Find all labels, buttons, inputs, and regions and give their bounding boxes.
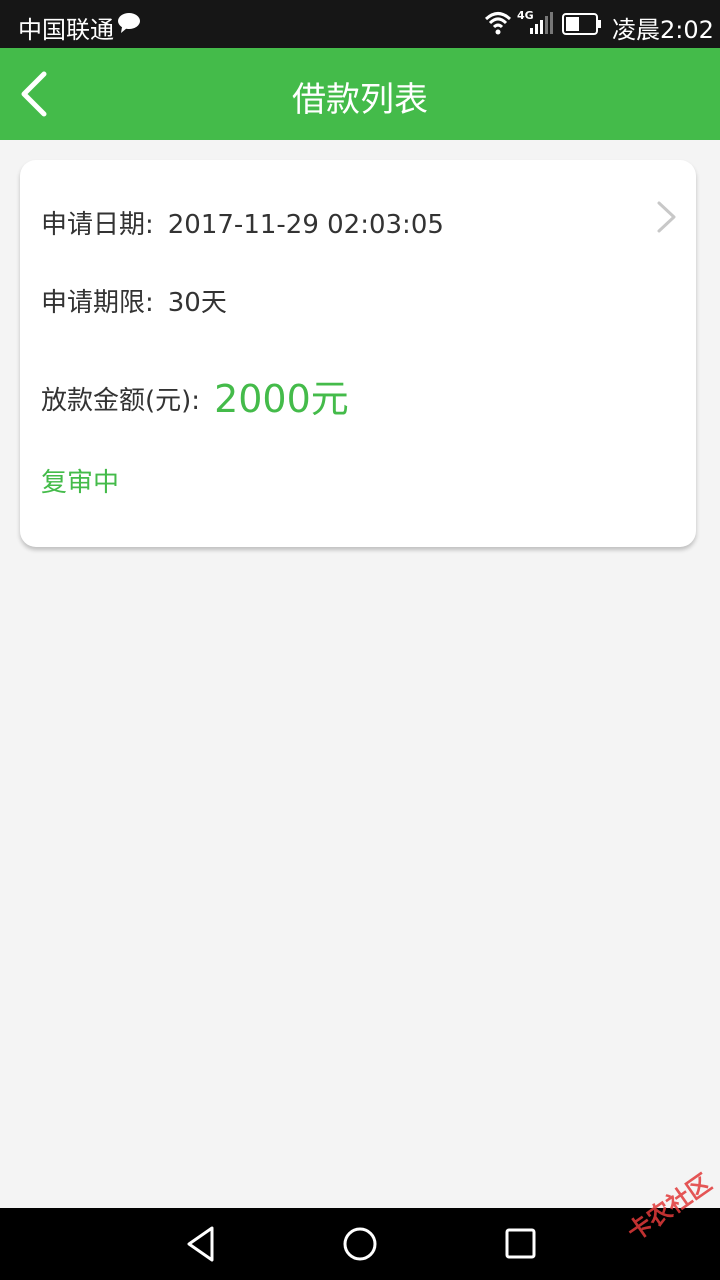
- message-icon: [117, 12, 141, 40]
- nav-back-button[interactable]: [184, 1224, 218, 1268]
- status-bar: 中国联通 4G 凌晨2:02: [0, 0, 720, 48]
- application-term-label: 申请期限:: [41, 288, 154, 318]
- status-time: 凌晨2:02: [612, 16, 714, 44]
- nav-home-button[interactable]: [342, 1224, 380, 1268]
- nav-recent-button[interactable]: [504, 1224, 538, 1268]
- loan-amount-value: 2000元: [214, 377, 349, 421]
- loan-status: 复审中: [41, 468, 120, 498]
- application-date-value: 2017-11-29 02:03:05: [167, 210, 444, 240]
- square-recent-icon: [505, 1228, 536, 1259]
- loan-card[interactable]: 申请日期: 2017-11-29 02:03:05 申请期限: 30天 放款金额(元…: [20, 160, 696, 547]
- battery-icon: [562, 13, 602, 41]
- wifi-icon: [484, 10, 512, 42]
- app-bar: 借款列表: [0, 48, 720, 140]
- signal-icon: [530, 12, 554, 40]
- application-term-value: 30天: [167, 288, 227, 318]
- chevron-right-icon: [656, 200, 678, 238]
- application-term-row: 申请期限: 30天: [41, 282, 227, 319]
- loan-amount-row: 放款金额(元): 2000元: [41, 368, 349, 423]
- circle-home-icon: [343, 1227, 377, 1261]
- triangle-back-icon: [187, 1226, 214, 1262]
- application-date-label: 申请日期:: [41, 210, 154, 240]
- navigation-bar: [0, 1208, 720, 1280]
- carrier-name: 中国联通: [18, 16, 114, 44]
- application-date-row: 申请日期: 2017-11-29 02:03:05: [41, 204, 444, 241]
- page-title: 借款列表: [292, 80, 428, 120]
- loan-amount-label: 放款金额(元):: [41, 386, 201, 416]
